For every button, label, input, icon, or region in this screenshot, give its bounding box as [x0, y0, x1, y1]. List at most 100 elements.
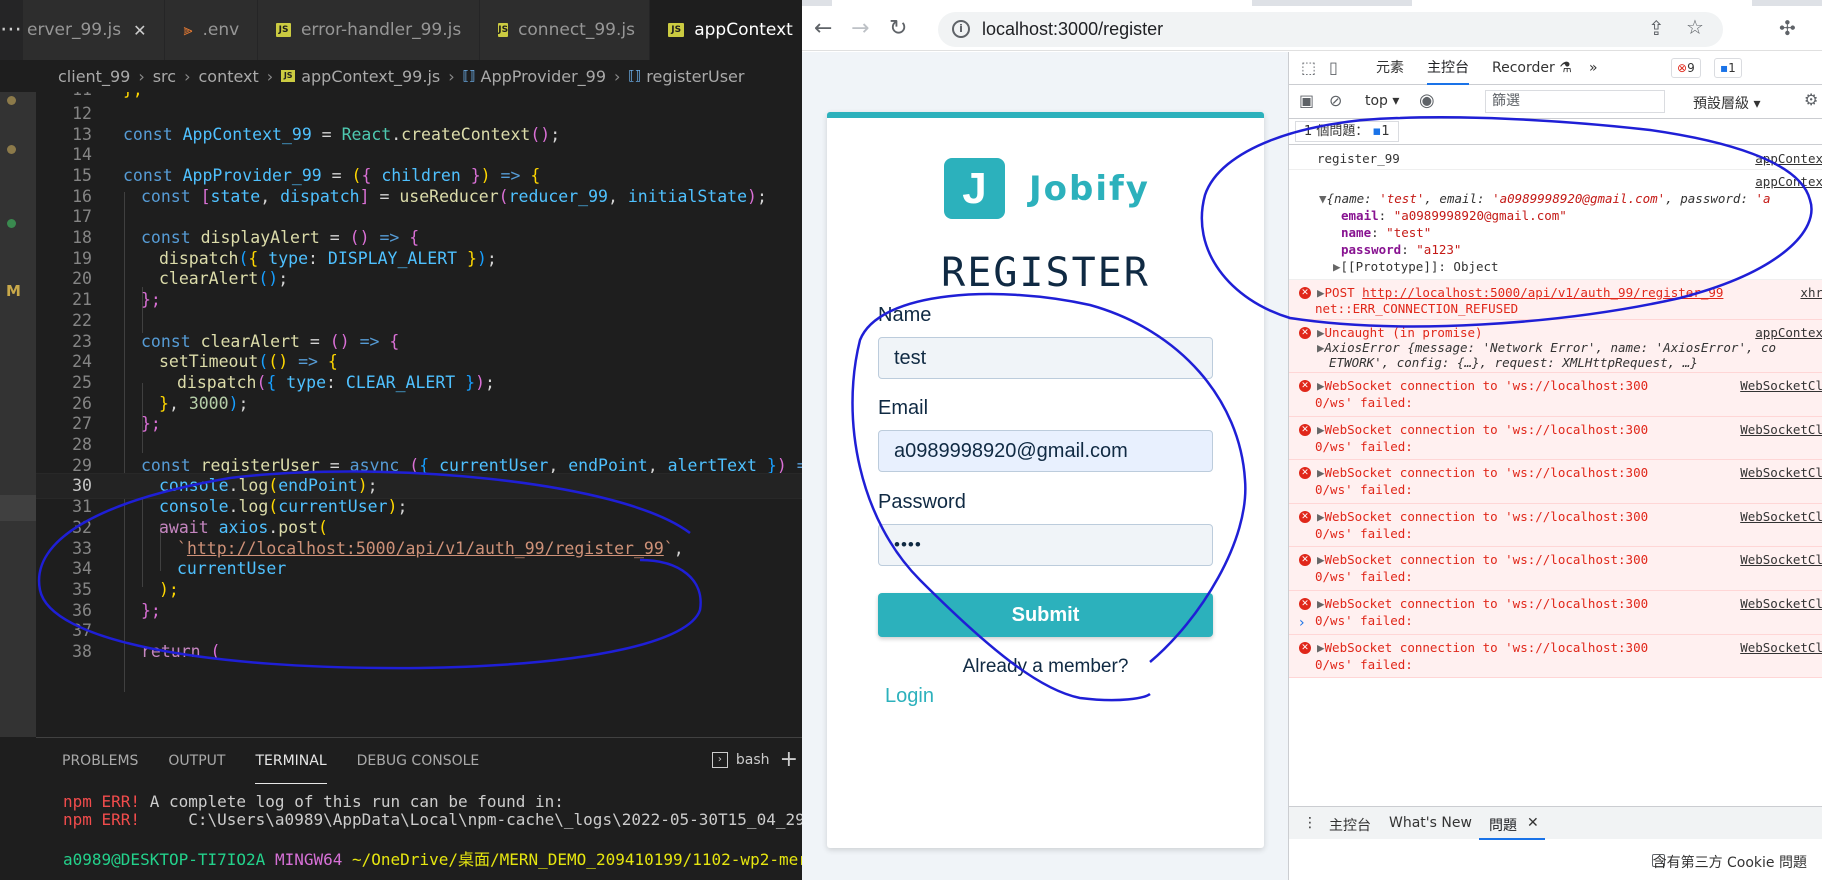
expand-triangle-icon[interactable]: ▶ [1317, 509, 1325, 524]
context-selector[interactable]: top ▾ [1365, 93, 1399, 109]
error-text: ▶WebSocket connection to 'ws://localhost… [1317, 596, 1648, 611]
source-link[interactable]: appContex [1755, 151, 1822, 166]
back-icon[interactable]: ← [814, 16, 832, 41]
source-link[interactable]: WebSocketCl [1740, 422, 1822, 437]
expand-triangle-icon[interactable]: ▶ [1317, 596, 1325, 611]
eye-icon[interactable]: ◉ [1419, 90, 1435, 111]
address-bar[interactable]: i localhost:3000/register ⇪ ☆ [938, 12, 1723, 47]
code-token: const [123, 124, 173, 144]
source-link[interactable]: appContex [1755, 174, 1822, 189]
source-link[interactable]: WebSocketCl [1740, 509, 1822, 524]
extensions-icon[interactable]: ✣ [1779, 16, 1796, 40]
terminal-shell-name[interactable]: bash [736, 752, 770, 768]
devtools-tabs: ⬚ ▯ 元素 主控台 Recorder ⚗ » ⊗9 ▪1 [1289, 52, 1822, 85]
expand-triangle-icon[interactable]: ▶ [1317, 325, 1325, 340]
tab-recorder[interactable]: Recorder ⚗ [1492, 52, 1572, 85]
tab-terminal[interactable]: TERMINAL [255, 738, 327, 784]
expand-triangle-icon[interactable]: ▶ [1317, 340, 1325, 355]
symbol-variable-icon: ⟦⟧ [628, 68, 642, 84]
source-link[interactable]: appContex [1755, 325, 1822, 340]
breadcrumb-item[interactable]: appContext_99.js [301, 67, 440, 86]
expand-triangle-icon[interactable]: ▶ [1317, 465, 1325, 480]
breadcrumb-item[interactable]: registerUser [646, 67, 744, 86]
filter-input[interactable]: 篩選 [1485, 90, 1665, 113]
tab-error-handler[interactable]: JS error-handler_99.js [258, 0, 481, 60]
breadcrumb-item[interactable]: AppProvider_99 [481, 67, 607, 86]
add-terminal-icon[interactable]: + [780, 749, 798, 771]
source-link[interactable]: WebSocketCl [1740, 465, 1822, 480]
reload-icon[interactable]: ↻ [889, 16, 907, 41]
git-decoration-icon [7, 219, 16, 228]
issue-count-badge[interactable]: ▪1 [1714, 58, 1742, 78]
error-message: Uncaught (in promise) [1324, 325, 1483, 340]
login-link[interactable]: Login [885, 685, 934, 708]
terminal-prompt[interactable]: a0989@DESKTOP-TI7IO2A MINGW64 ~/OneDrive… [63, 846, 802, 870]
breadcrumb-item[interactable]: context [198, 67, 258, 86]
settings-gear-icon[interactable]: ⚙ [1804, 90, 1818, 109]
tab-problems[interactable]: PROBLEMS [62, 738, 138, 784]
expand-triangle-icon[interactable]: ▶ [1317, 640, 1325, 655]
expand-triangle-icon[interactable]: ▶ [1333, 259, 1341, 274]
websocket-error-text: WebSocket connection to 'ws://localhost:… [1324, 508, 1649, 524]
error-url[interactable]: http://localhost:5000/api/v1/auth_99/reg… [1362, 285, 1723, 300]
drawer-tab-console[interactable]: 主控台 [1329, 815, 1371, 835]
expand-triangle-icon[interactable]: ▶ [1317, 552, 1325, 567]
forward-icon[interactable]: → [851, 16, 869, 41]
drawer-tab-issues[interactable]: 問題 [1489, 815, 1517, 835]
bookmark-star-icon[interactable]: ☆ [1686, 15, 1704, 39]
more-actions-icon[interactable]: ⋯ [0, 0, 23, 60]
tab-label: appContext [694, 20, 793, 40]
breadcrumb-item[interactable]: src [153, 67, 176, 86]
error-count-badge[interactable]: ⊗9 [1671, 58, 1701, 78]
device-toggle-icon[interactable]: ▯ [1329, 58, 1338, 77]
name-input[interactable]: test [878, 337, 1213, 379]
password-input[interactable]: •••• [878, 524, 1213, 566]
expand-triangle-icon[interactable]: ▼ [1319, 191, 1327, 206]
console-prompt[interactable]: › [1299, 615, 1305, 631]
url-text: localhost:3000/register [982, 19, 1164, 39]
close-icon[interactable]: ✕ [1527, 815, 1539, 831]
object-prototype[interactable]: ▶[[Prototype]]: Object [1333, 259, 1499, 274]
code-token: 3000 [188, 393, 229, 413]
issues-bar: 1 個問題： ▪1 [1289, 119, 1822, 145]
close-icon[interactable]: ✕ [133, 21, 146, 40]
source-link[interactable]: xhr [1800, 285, 1822, 300]
console-object-entry: appContex ▼{name: 'test', email: 'a09899… [1289, 170, 1822, 280]
code-token[interactable]: http://localhost:5000/api/v1/auth_99/reg… [187, 539, 664, 558]
issues-summary[interactable]: 1 個問題： ▪1 [1295, 121, 1399, 142]
tab-output[interactable]: OUTPUT [168, 738, 225, 784]
issues-label: 1 個問題： [1304, 124, 1369, 139]
tab-console[interactable]: 主控台 [1427, 52, 1469, 85]
info-icon[interactable]: i [952, 20, 970, 38]
sidebar-toggle-icon[interactable]: ▣ [1299, 91, 1314, 110]
settings-file-icon: ⫸ [183, 20, 193, 39]
tab-server[interactable]: erver_99.js ✕ [23, 0, 166, 60]
source-link[interactable]: WebSocketCl [1740, 596, 1822, 611]
tab-env[interactable]: ⫸ .env [165, 0, 259, 60]
source-link[interactable]: WebSocketCl [1740, 378, 1822, 393]
source-link[interactable]: WebSocketCl [1740, 552, 1822, 567]
tab-appcontext[interactable]: JS appContext [650, 0, 802, 60]
clear-console-icon[interactable]: ⊘ [1329, 91, 1342, 110]
submit-button[interactable]: Submit [878, 593, 1213, 637]
expand-triangle-icon[interactable]: ▶ [1317, 285, 1325, 300]
error-text: ▶WebSocket connection to 'ws://localhost… [1317, 552, 1648, 567]
object-summary[interactable]: ▼{name: 'test', email: 'a0989998920@gmai… [1319, 191, 1771, 206]
source-link[interactable]: WebSocketCl [1740, 640, 1822, 655]
drawer-tab-whats-new[interactable]: What's New [1389, 815, 1472, 831]
log-levels-dropdown[interactable]: 預設層級 ▾ [1693, 93, 1760, 113]
breadcrumb-item[interactable]: client_99 [58, 67, 130, 86]
tab-debug-console[interactable]: DEBUG CONSOLE [357, 738, 480, 784]
code-editor[interactable]: 11}; 12 13const AppContext_99 = React.cr… [36, 92, 802, 737]
inspect-element-icon[interactable]: ⬚ [1301, 58, 1316, 77]
code-token: initialState [627, 186, 748, 206]
expand-triangle-icon[interactable]: ▶ [1317, 378, 1325, 393]
tab-elements[interactable]: 元素 [1376, 52, 1404, 85]
expand-triangle-icon[interactable]: ▶ [1317, 422, 1325, 437]
drawer-menu-icon[interactable]: ⋮ [1303, 815, 1317, 831]
console-websocket-error: ✕ ▶WebSocket connection to 'ws://localhos… [1289, 634, 1822, 679]
more-tabs-icon[interactable]: » [1589, 52, 1598, 85]
email-input[interactable]: a0989998920@gmail.com [878, 430, 1213, 472]
share-icon[interactable]: ⇪ [1648, 16, 1665, 40]
tab-connect[interactable]: JS connect_99.js [480, 0, 651, 60]
